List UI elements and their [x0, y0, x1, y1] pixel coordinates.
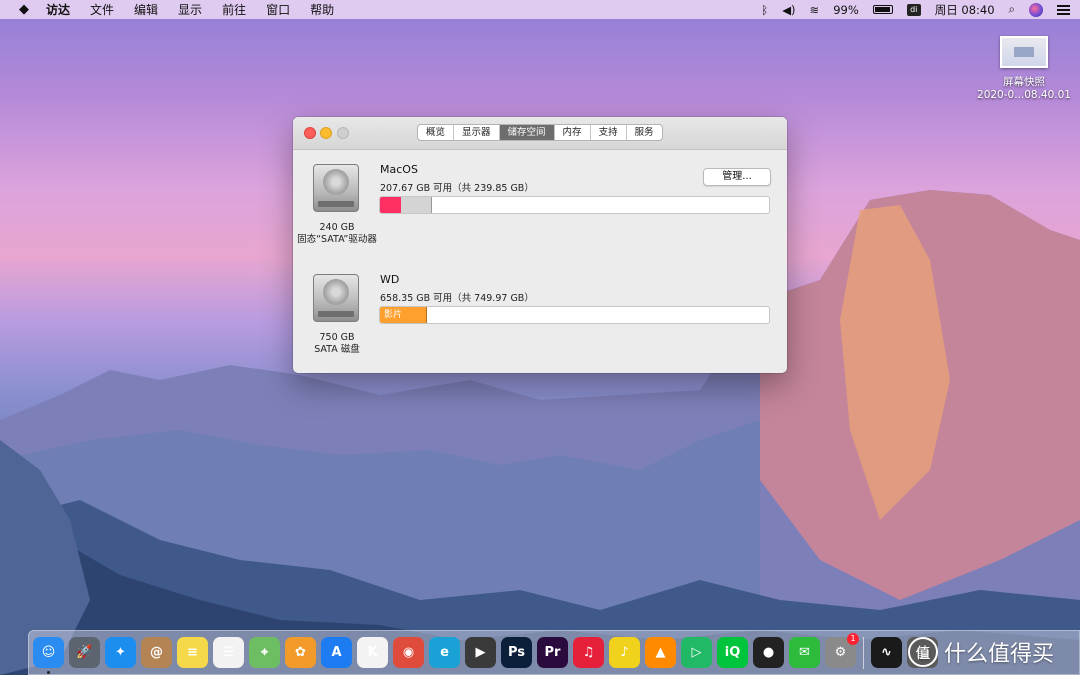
- spotlight-search-icon[interactable]: ⌕: [1009, 2, 1015, 17]
- netease-music-icon[interactable]: ♫: [573, 637, 604, 668]
- desktop-screenshot-file[interactable]: 屏幕快照 2020-0...08.40.01: [976, 36, 1072, 101]
- window-titlebar[interactable]: 概览 显示器 储存空间 内存 支持 服务: [293, 117, 787, 150]
- battery-icon[interactable]: [872, 5, 893, 14]
- tab-displays[interactable]: 显示器: [454, 125, 500, 140]
- usage-segment-other: [401, 197, 432, 213]
- edge-icon[interactable]: e: [429, 637, 460, 668]
- tab-storage[interactable]: 储存空间: [499, 125, 555, 140]
- wifi-icon[interactable]: ≋: [810, 3, 820, 17]
- bluetooth-icon[interactable]: ᛒ: [761, 3, 768, 17]
- menu-finder[interactable]: 访达: [46, 1, 70, 18]
- premiere-icon[interactable]: Pr: [537, 637, 568, 668]
- notes-icon[interactable]: ≡: [177, 637, 208, 668]
- tab-memory[interactable]: 内存: [555, 125, 591, 140]
- qq-music-icon[interactable]: ♪: [609, 637, 640, 668]
- hard-drive-icon: [313, 164, 359, 212]
- menu-file[interactable]: 文件: [90, 1, 114, 18]
- chrome-icon[interactable]: ◉: [393, 637, 424, 668]
- wechat-icon[interactable]: ✉: [789, 637, 820, 668]
- tencent-video-icon[interactable]: ▷: [681, 637, 712, 668]
- disk-capacity-info: 240 GB 固态“SATA”驱动器: [293, 222, 381, 246]
- siri-icon[interactable]: [1029, 2, 1043, 17]
- close-window-button[interactable]: [304, 127, 316, 139]
- photos-icon[interactable]: ✿: [285, 637, 316, 668]
- tab-bar: 概览 显示器 储存空间 内存 支持 服务: [417, 124, 663, 141]
- minimize-window-button[interactable]: [320, 127, 332, 139]
- disk-row-wd: 750 GB SATA 磁盘 WD 658.35 GB 可用（共 749.97 …: [293, 272, 787, 372]
- menu-edit[interactable]: 编辑: [134, 1, 158, 18]
- finder-icon[interactable]: ☺: [33, 637, 64, 674]
- watermark-text: 什么值得买: [944, 642, 1055, 667]
- notification-center-icon[interactable]: [1057, 4, 1070, 15]
- disk-row-macos: 240 GB 固态“SATA”驱动器 MacOS 207.67 GB 可用（共 …: [293, 162, 787, 262]
- launchpad-icon[interactable]: 🚀: [69, 637, 100, 668]
- dock-separator: [863, 636, 864, 669]
- disk-name: WD: [380, 273, 400, 286]
- usage-segment-movies: 影片: [380, 307, 427, 323]
- disk-type: 固态“SATA”驱动器: [297, 234, 377, 245]
- photoshop-icon[interactable]: Ps: [501, 637, 532, 668]
- hard-drive-icon: [313, 274, 359, 322]
- final-cut-icon[interactable]: ▶: [465, 637, 496, 668]
- iqiyi-icon[interactable]: iQ: [717, 637, 748, 668]
- status-area: ᛒ ◀) ≋ 99% di 周日 08:40 ⌕: [761, 0, 1070, 19]
- tab-overview[interactable]: 概览: [418, 125, 455, 140]
- running-indicator: [47, 671, 50, 674]
- about-this-mac-window: 概览 显示器 储存空间 内存 支持 服务 240 GB 固态“SATA”驱动器 …: [293, 117, 787, 373]
- watermark-logo: 值: [908, 637, 938, 667]
- clock[interactable]: 周日 08:40: [935, 2, 995, 18]
- menu-view[interactable]: 显示: [178, 1, 202, 18]
- app-store-icon[interactable]: A: [321, 637, 352, 668]
- site-watermark: 值 什么值得买: [908, 636, 1076, 668]
- screenshot-thumbnail-icon: [1000, 36, 1048, 68]
- usage-segment-apps: [380, 197, 401, 213]
- apple-menu-icon[interactable]: ◆: [16, 2, 32, 17]
- menu-bar: ◆ 访达 文件 编辑 显示 前往 窗口 帮助 ᛒ ◀) ≋ 99% di 周日 …: [0, 0, 1080, 19]
- disk-available-space: 658.35 GB 可用（共 749.97 GB）: [380, 293, 534, 304]
- disk-available-space: 207.67 GB 可用（共 239.85 GB）: [380, 183, 534, 194]
- battery-percent[interactable]: 99%: [833, 3, 859, 17]
- disk-capacity: 240 GB: [319, 222, 355, 233]
- manage-button[interactable]: 管理...: [703, 168, 771, 186]
- tab-service[interactable]: 服务: [627, 125, 662, 140]
- activity-monitor-icon[interactable]: ∿: [871, 637, 902, 668]
- disk-capacity: 750 GB: [319, 332, 355, 343]
- desktop-file-label-name: 屏幕快照: [1003, 76, 1045, 88]
- menu-help[interactable]: 帮助: [310, 1, 334, 18]
- input-method-icon[interactable]: di: [906, 3, 921, 16]
- system-preferences-icon[interactable]: ⚙ 1: [825, 633, 859, 668]
- contacts-icon[interactable]: @: [141, 637, 172, 668]
- notification-badge: 1: [847, 633, 859, 645]
- disk-type: SATA 磁盘: [314, 344, 360, 355]
- menu-window[interactable]: 窗口: [266, 1, 290, 18]
- safari-icon[interactable]: ✦: [105, 637, 136, 668]
- storage-usage-bar: [379, 196, 770, 214]
- zoom-window-button: [337, 127, 349, 139]
- keynote-like-icon[interactable]: K: [357, 637, 388, 668]
- storage-usage-bar: 影片: [379, 306, 770, 324]
- menu-go[interactable]: 前往: [222, 1, 246, 18]
- qq-icon[interactable]: ●: [753, 637, 784, 668]
- disk-capacity-info: 750 GB SATA 磁盘: [293, 332, 381, 356]
- volume-icon[interactable]: ◀): [782, 3, 795, 17]
- tab-support[interactable]: 支持: [591, 125, 627, 140]
- vlc-icon[interactable]: ▲: [645, 637, 676, 668]
- desktop-file-label-date: 2020-0...08.40.01: [977, 89, 1071, 101]
- reminders-icon[interactable]: ☰: [213, 637, 244, 668]
- disk-name: MacOS: [380, 163, 418, 176]
- maps-icon[interactable]: ⌖: [249, 637, 280, 668]
